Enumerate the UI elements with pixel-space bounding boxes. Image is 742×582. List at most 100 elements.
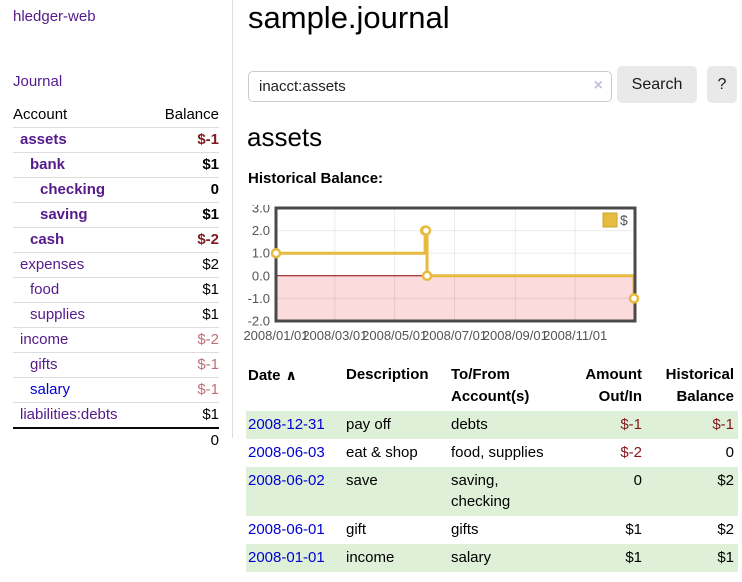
data-point-marker [272,249,280,257]
y-axis-tick-label: -2.0 [248,314,270,329]
accounts-total-value: 0 [149,428,219,453]
account-row: food $1 [13,278,219,303]
account-balance: $1 [149,153,219,178]
transaction-date-link[interactable]: 2008-01-01 [248,549,325,566]
transaction-description: gift [344,516,449,544]
sidebar-item-journal[interactable]: Journal [13,73,219,90]
account-row: saving $1 [13,203,219,228]
y-axis-tick-label: 2.0 [252,223,270,238]
y-axis-tick-label: -1.0 [248,291,270,306]
transaction-date-cell: 2008-06-02 [246,467,344,516]
register-table: Date∧ Description To/From Account(s) Amo… [246,362,738,572]
transaction-accounts: debts [449,411,560,439]
transaction-balance: $1 [642,544,738,572]
account-row: salary $-1 [13,378,219,403]
account-name-cell: checking [13,178,149,203]
x-axis-tick-label: 2008/07/01 [422,328,487,343]
account-name-cell: liabilities:debts [13,403,149,429]
transaction-description: income [344,544,449,572]
account-balance: $1 [149,403,219,429]
account-name-cell: assets [13,128,149,153]
transaction-accounts: saving, checking [449,467,560,516]
y-axis-tick-label: 3.0 [252,205,270,216]
historical-balance-chart-svg: $3.02.01.00.0-1.0-2.02008/01/012008/03/0… [240,205,690,347]
account-link[interactable]: salary [30,381,70,398]
column-header-balance: Historical Balance [642,362,738,411]
transaction-accounts: salary [449,544,560,572]
transaction-amount: $1 [560,544,642,572]
accounts-table: Account Balance assets$-1bank$1checking0… [13,102,219,453]
account-link[interactable]: expenses [20,256,84,273]
transaction-date-link[interactable]: 2008-06-02 [248,472,325,489]
account-row: cash $-2 [13,228,219,253]
account-row: supplies $1 [13,303,219,328]
account-balance: $1 [149,303,219,328]
x-axis-tick-label: 2008/05/01 [362,328,427,343]
register-row: 2008-01-01incomesalary$1$1 [246,544,738,572]
transaction-amount: 0 [560,467,642,516]
transaction-date-link[interactable]: 2008-06-03 [248,444,325,461]
column-header-description: Description [344,362,449,411]
account-link[interactable]: income [20,331,68,348]
account-link[interactable]: checking [40,181,105,198]
account-link[interactable]: liabilities:debts [20,406,118,423]
data-point-marker [422,227,430,235]
brand-link[interactable]: hledger-web [13,8,219,26]
account-name-cell: saving [13,203,149,228]
transaction-accounts: food, supplies [449,439,560,467]
accounts-header-balance: Balance [149,102,219,128]
register-row: 2008-06-02savesaving, checking0$2 [246,467,738,516]
transaction-amount: $-2 [560,439,642,467]
account-name-cell: food [13,278,149,303]
historical-balance-chart: $3.02.01.00.0-1.0-2.02008/01/012008/03/0… [240,205,690,347]
transaction-accounts: gifts [449,516,560,544]
accounts-header-row: Account Balance [13,102,219,128]
transaction-date-cell: 2008-01-01 [246,544,344,572]
account-name-cell: salary [13,378,149,403]
account-balance: $-1 [149,378,219,403]
search-button[interactable]: Search [617,66,697,103]
transaction-date-link[interactable]: 2008-06-01 [248,521,325,538]
account-balance: $-2 [149,328,219,353]
sort-ascending-icon: ∧ [286,367,297,383]
accounts-total-row: 0 [13,428,219,453]
account-link[interactable]: food [30,281,59,298]
register-row: 2008-12-31pay offdebts$-1$-1 [246,411,738,439]
transaction-date-link[interactable]: 2008-12-31 [248,416,325,433]
transaction-description: eat & shop [344,439,449,467]
transaction-balance: 0 [642,439,738,467]
account-link[interactable]: supplies [30,306,85,323]
sidebar: hledger-web Journal Account Balance asse… [0,0,232,453]
search-form: × [248,71,612,102]
account-row: gifts $-1 [13,353,219,378]
help-button[interactable]: ? [707,66,737,103]
account-link[interactable]: cash [30,231,64,248]
account-row: checking0 [13,178,219,203]
account-balance: $-2 [149,228,219,253]
x-axis-tick-label: 2008/11/01 [543,328,607,343]
account-link[interactable]: saving [40,206,88,223]
search-input[interactable] [248,71,612,102]
account-balance: $1 [149,278,219,303]
transaction-amount: $-1 [560,411,642,439]
data-point-marker [630,294,638,302]
y-axis-tick-label: 1.0 [252,246,270,261]
transaction-amount: $1 [560,516,642,544]
account-row: bank $1 [13,153,219,178]
account-row: liabilities:debts $1 [13,403,219,429]
account-balance: $1 [149,203,219,228]
account-link[interactable]: bank [30,156,65,173]
account-link[interactable]: gifts [30,356,58,373]
account-balance: $-1 [149,353,219,378]
data-point-marker [423,272,431,280]
account-link[interactable]: assets [20,131,67,148]
clear-search-icon[interactable]: × [594,77,603,95]
transaction-balance: $-1 [642,411,738,439]
account-name-cell: cash [13,228,149,253]
account-name-cell: bank [13,153,149,178]
account-row: income $-2 [13,328,219,353]
transaction-date-cell: 2008-06-01 [246,516,344,544]
column-header-date[interactable]: Date∧ [246,362,344,411]
account-balance: $2 [149,253,219,278]
transaction-date-cell: 2008-12-31 [246,411,344,439]
